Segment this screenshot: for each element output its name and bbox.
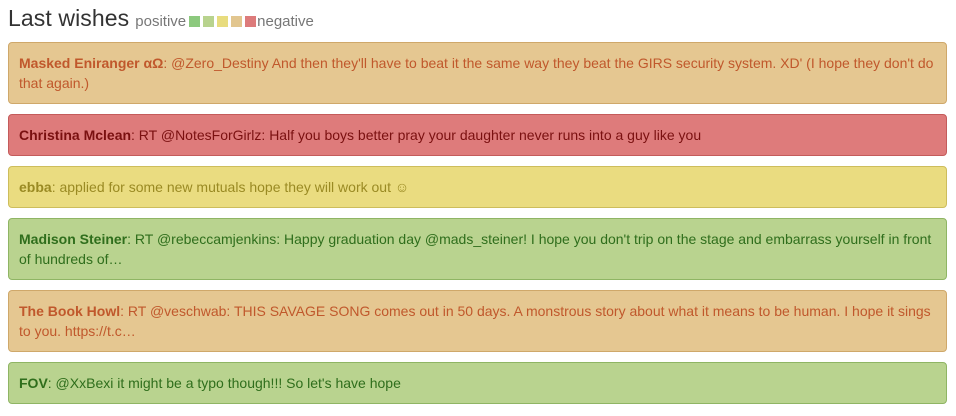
tweet-author: Masked Eniranger αΩ <box>19 55 164 71</box>
page: Last wishes positive negative Masked Eni… <box>0 0 956 404</box>
tweet-text: : RT @rebeccamjenkins: Happy graduation … <box>19 231 932 267</box>
tweet-list: Masked Eniranger αΩ: @Zero_Destiny And t… <box>8 42 948 404</box>
tweet-card: FOV: @XxBexi it might be a typo though!!… <box>8 362 947 404</box>
legend-swatch <box>231 16 243 27</box>
tweet-card: The Book Howl: RT @veschwab: THIS SAVAGE… <box>8 290 947 352</box>
tweet-text: : applied for some new mutuals hope they… <box>51 179 410 195</box>
legend-positive-label: positive <box>135 13 187 30</box>
tweet-card: Christina Mclean: RT @NotesForGirlz: Hal… <box>8 114 947 156</box>
tweet-text: : @XxBexi it might be a typo though!!! S… <box>47 375 401 391</box>
page-title: Last wishes <box>8 5 130 31</box>
legend-swatch <box>189 16 201 27</box>
legend-swatch <box>245 16 257 27</box>
legend-swatch <box>217 16 229 27</box>
tweet-author: ebba <box>19 179 52 195</box>
legend-swatch <box>203 16 215 27</box>
tweet-author: FOV <box>19 375 48 391</box>
tweet-card: Masked Eniranger αΩ: @Zero_Destiny And t… <box>8 42 947 104</box>
legend-negative-label: negative <box>257 13 314 30</box>
tweet-author: Madison Steiner <box>19 231 128 247</box>
page-header: Last wishes positive negative <box>8 5 948 37</box>
sentiment-legend: positive negative <box>135 13 314 30</box>
tweet-text: : RT @NotesForGirlz: Half you boys bette… <box>131 127 702 143</box>
tweet-text: : RT @veschwab: THIS SAVAGE SONG comes o… <box>19 303 931 339</box>
tweet-author: Christina Mclean <box>19 127 132 143</box>
tweet-card: ebba: applied for some new mutuals hope … <box>8 166 947 208</box>
tweet-card: Madison Steiner: RT @rebeccamjenkins: Ha… <box>8 218 947 280</box>
tweet-author: The Book Howl <box>19 303 121 319</box>
